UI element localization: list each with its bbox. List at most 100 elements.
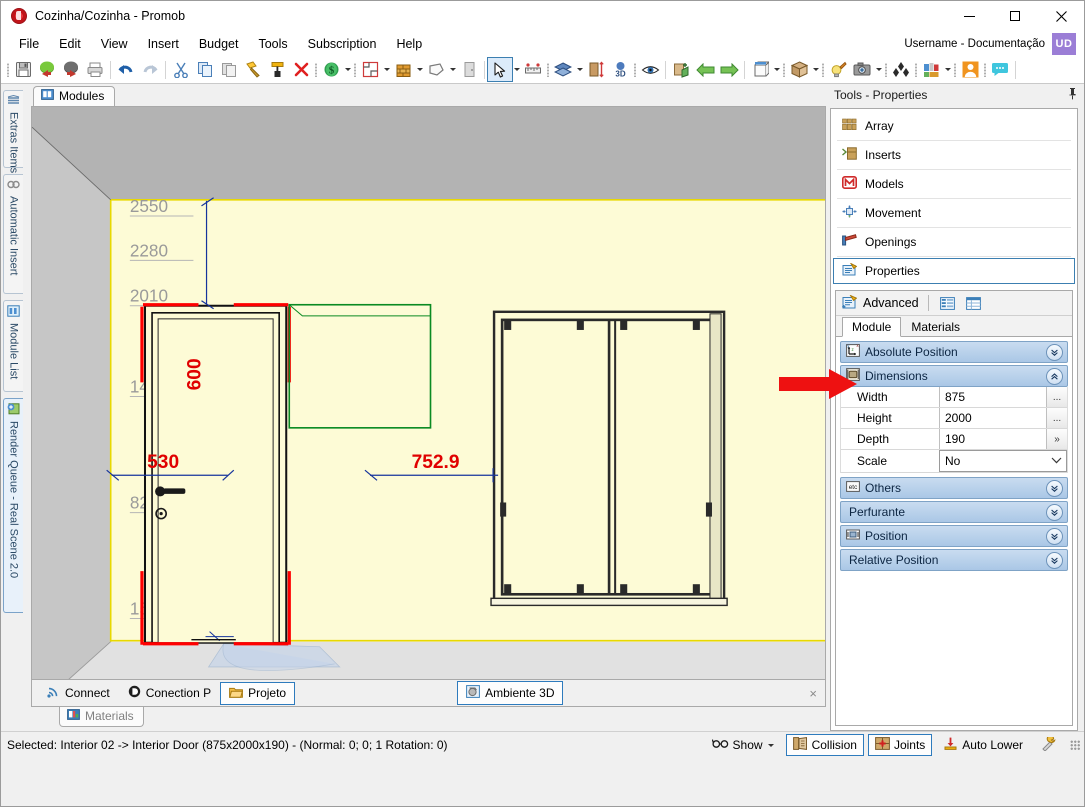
box-package-icon[interactable]: [787, 58, 811, 81]
viewport-container[interactable]: 2550 2280 2010 1470 820 150: [31, 106, 826, 680]
sidebar-item-array[interactable]: Array: [833, 113, 1075, 139]
group-header-perfurante[interactable]: Perfurante: [840, 501, 1068, 523]
tab-module[interactable]: Module: [842, 317, 902, 337]
save-as-icon[interactable]: [59, 58, 83, 81]
redo-icon[interactable]: [138, 58, 162, 81]
chevron-down-icon[interactable]: [415, 58, 424, 81]
user-account-area[interactable]: Username - Documentação UD: [904, 32, 1076, 56]
sidebar-item-openings[interactable]: Openings: [833, 229, 1075, 255]
eye-icon[interactable]: [638, 58, 662, 81]
cut-icon[interactable]: [169, 58, 193, 81]
user-orange-icon[interactable]: [958, 58, 982, 81]
camera-icon[interactable]: [850, 58, 874, 81]
chevron-down-icon[interactable]: [382, 58, 391, 81]
group-header-dimensions[interactable]: Dimensions: [840, 365, 1068, 387]
menu-file[interactable]: File: [9, 34, 49, 54]
tab-conection-p[interactable]: Conection P: [119, 681, 220, 705]
cube-view-icon[interactable]: [748, 58, 772, 81]
group-header-relative-position[interactable]: Relative Position: [840, 549, 1068, 571]
minimize-button[interactable]: [946, 1, 992, 31]
tab-materials[interactable]: Materials: [901, 317, 970, 336]
chevron-down-icon[interactable]: [943, 58, 952, 81]
tab-materials-bottom[interactable]: Materials: [59, 707, 144, 727]
chevron-down-icon[interactable]: [1046, 527, 1063, 545]
menu-insert[interactable]: Insert: [138, 34, 189, 54]
layers-icon[interactable]: [551, 58, 575, 81]
diamond-icon[interactable]: [889, 58, 913, 81]
3d-viewport[interactable]: 2550 2280 2010 1470 820 150: [32, 107, 825, 680]
chevron-down-icon[interactable]: [767, 739, 775, 751]
tab-modules[interactable]: Modules: [33, 86, 116, 106]
tab-ambiente-3d[interactable]: Ambiente 3D: [457, 681, 564, 705]
sidebar-item-module-list[interactable]: Module List: [3, 300, 23, 392]
height-icon[interactable]: [584, 58, 608, 81]
depth-input[interactable]: 190: [939, 429, 1046, 449]
sidebar-item-render-queue[interactable]: Render Queue - Real Scene 2.0: [3, 398, 23, 613]
joints-button[interactable]: Joints: [867, 734, 933, 756]
cursor-arrow-icon[interactable]: [487, 57, 513, 82]
group-header-others[interactable]: etc Others: [840, 477, 1068, 499]
print-icon[interactable]: [83, 58, 107, 81]
budget-dollar-icon[interactable]: $: [319, 58, 343, 81]
menu-tools[interactable]: Tools: [248, 34, 297, 54]
menu-subscription[interactable]: Subscription: [298, 34, 387, 54]
chat-icon[interactable]: [988, 58, 1012, 81]
maximize-button[interactable]: [992, 1, 1038, 31]
chevron-down-icon[interactable]: [1046, 479, 1063, 497]
sidebar-item-inserts[interactable]: Inserts: [833, 142, 1075, 168]
scale-select[interactable]: No: [939, 450, 1067, 472]
sidebar-item-models[interactable]: Models: [833, 171, 1075, 197]
avatar[interactable]: UD: [1052, 33, 1076, 55]
grid-view-icon[interactable]: [964, 294, 984, 312]
resize-grip[interactable]: [1070, 740, 1080, 750]
group-header-position[interactable]: Position: [840, 525, 1068, 547]
undo-icon[interactable]: [114, 58, 138, 81]
menu-help[interactable]: Help: [386, 34, 432, 54]
paint-roller-icon[interactable]: [265, 58, 289, 81]
list-view-icon[interactable]: [938, 294, 958, 312]
group-header-absolute-position[interactable]: zyx Absolute Position: [840, 341, 1068, 363]
wall-brick-icon[interactable]: [391, 58, 415, 81]
chevron-down-icon[interactable]: [575, 58, 584, 81]
menu-edit[interactable]: Edit: [49, 34, 91, 54]
3d-icon[interactable]: 3D: [608, 58, 632, 81]
chevron-down-icon[interactable]: [811, 58, 820, 81]
sidebar-item-extras-items[interactable]: Extras Items: [3, 90, 23, 173]
show-button[interactable]: Show: [705, 735, 782, 755]
sidebar-item-properties[interactable]: Properties: [833, 258, 1075, 284]
chevron-down-icon[interactable]: [343, 58, 352, 81]
arrow-right-green-icon[interactable]: [717, 58, 741, 81]
close-button[interactable]: [1038, 1, 1084, 31]
tab-projeto[interactable]: Projeto: [220, 681, 296, 705]
chevron-down-icon[interactable]: [772, 58, 781, 81]
menu-view[interactable]: View: [91, 34, 138, 54]
arrow-left-green-icon[interactable]: [693, 58, 717, 81]
chevron-down-icon[interactable]: [448, 58, 457, 81]
sidebar-item-movement[interactable]: Movement: [833, 200, 1075, 226]
width-more-button[interactable]: ...: [1046, 387, 1067, 407]
save-icon[interactable]: [11, 58, 35, 81]
chevron-down-icon[interactable]: [874, 58, 883, 81]
height-more-button[interactable]: ...: [1046, 408, 1067, 428]
room-plan-icon[interactable]: [358, 58, 382, 81]
chevron-down-icon[interactable]: [512, 58, 521, 81]
open-green-icon[interactable]: [35, 58, 59, 81]
hammer-icon[interactable]: [241, 58, 265, 81]
menu-budget[interactable]: Budget: [189, 34, 249, 54]
door-gray-icon[interactable]: [457, 58, 481, 81]
colors-icon[interactable]: [919, 58, 943, 81]
lightbulb-icon[interactable]: [826, 58, 850, 81]
depth-more-button[interactable]: »: [1046, 429, 1067, 449]
chevron-down-icon[interactable]: [1046, 503, 1063, 521]
chevron-up-icon[interactable]: [1046, 367, 1063, 385]
shape-icon[interactable]: [424, 58, 448, 81]
height-input[interactable]: 2000: [939, 408, 1046, 428]
pin-icon[interactable]: [1067, 87, 1078, 103]
chevron-down-icon[interactable]: [1046, 343, 1063, 361]
sidebar-item-automatic-insert[interactable]: Automatic Insert: [3, 174, 23, 294]
auto-lower-button[interactable]: Auto Lower: [936, 734, 1030, 756]
tab-connect[interactable]: Connect: [38, 681, 119, 705]
delete-x-icon[interactable]: [289, 58, 313, 81]
copy-icon[interactable]: [193, 58, 217, 81]
tool-wrench-button[interactable]: [1034, 734, 1064, 757]
